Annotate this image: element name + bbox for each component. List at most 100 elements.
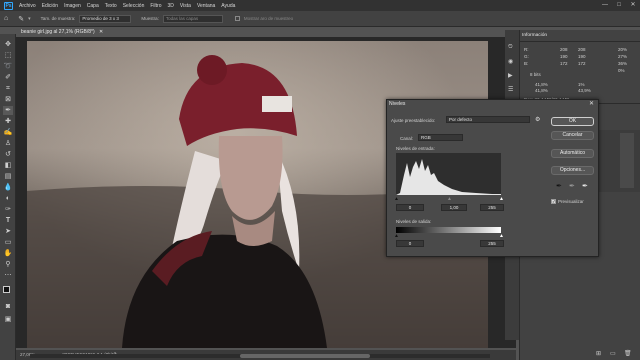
output-white-field[interactable]: 255 — [480, 240, 504, 247]
menu-archivo[interactable]: Archivo — [19, 3, 36, 9]
show-ring-checkbox[interactable] — [234, 16, 240, 21]
info-x: 41,8% — [535, 82, 548, 87]
menu-ayuda[interactable]: Ayuda — [221, 3, 235, 9]
menu-edicion[interactable]: Edición — [42, 3, 58, 9]
rectangle-icon[interactable]: ▭ — [3, 238, 13, 247]
menu-filtro[interactable]: Filtro — [150, 3, 161, 9]
preset-select[interactable]: Por defecto — [446, 116, 530, 123]
info-panel-tab[interactable]: Información — [522, 33, 547, 38]
eyedropper-options-icon[interactable]: ✎ — [18, 15, 24, 23]
menu-ventana[interactable]: Ventana — [197, 3, 215, 9]
sample-label: Muestra: — [141, 16, 159, 21]
info-g-label: G: — [524, 54, 529, 59]
eyedropper-icon[interactable]: ✒ — [3, 106, 13, 115]
play-actions-icon[interactable]: ▶ — [508, 72, 513, 79]
info-h: 43,9% — [578, 88, 591, 93]
history-brush-icon[interactable]: ↺ — [3, 150, 13, 159]
frame-icon[interactable]: ⊠ — [3, 95, 13, 104]
input-white-field[interactable]: 255 — [480, 204, 504, 211]
path-select-icon[interactable]: ➤ — [3, 227, 13, 236]
dialog-close-icon[interactable]: ✕ — [589, 100, 594, 107]
preview-checkbox[interactable]: ✓ — [551, 199, 556, 204]
input-gamma-slider[interactable]: ▲ — [447, 196, 452, 202]
input-gamma-field[interactable]: 1,00 — [441, 204, 467, 211]
cancel-button[interactable]: Cancelar — [551, 131, 594, 140]
maximize-icon[interactable]: □ — [612, 0, 626, 11]
home-icon[interactable]: ⌂ — [4, 15, 8, 22]
info-b2: 172 — [578, 61, 586, 66]
panel-divider — [519, 41, 640, 42]
trash-icon[interactable]: 🗑 — [624, 350, 632, 357]
input-black-field[interactable]: 0 — [396, 204, 424, 211]
menu-capa[interactable]: Capa — [87, 3, 99, 9]
photoshop-logo-icon[interactable]: Ps — [4, 1, 13, 10]
eraser-icon[interactable]: ◧ — [3, 161, 13, 170]
info-r2: 208 — [578, 47, 586, 52]
color-panel-icon[interactable]: ◉ — [508, 58, 513, 65]
edit-toolbar-icon[interactable]: ⋯ — [3, 271, 13, 280]
new-layer-icon[interactable]: ⊞ — [596, 350, 601, 357]
ok-button[interactable]: OK — [551, 117, 594, 126]
tool-preset-chevron-icon[interactable]: ▾ — [28, 16, 31, 22]
quick-mask-icon[interactable]: ◙ — [3, 302, 13, 311]
output-black-field[interactable]: 0 — [396, 240, 424, 247]
info-y-pos: 41,8% — [535, 88, 548, 93]
black-eyedropper-icon[interactable]: ✒ — [556, 182, 562, 190]
screen-mode-icon[interactable]: ▣ — [3, 315, 13, 324]
menu-texto[interactable]: Texto — [105, 3, 117, 9]
options-bar: ⌂ ✎ ▾ Tam. de muestra: Promedio de 3 x 3… — [0, 11, 640, 27]
input-black-slider[interactable]: ▲ — [394, 196, 399, 202]
dialog-title: Niveles — [389, 101, 406, 107]
sample-select[interactable]: Todas las capas — [162, 14, 223, 23]
tools-panel: ✥ ⬚ ➰ ✐ ⌗ ⊠ ✒ ✚ ✍ ♙ ↺ ◧ ▤ 💧 ◐ ✑ T ➤ ▭ ✋ … — [0, 34, 16, 360]
brush-icon[interactable]: ✍ — [3, 128, 13, 137]
document-tab-title: beanie girl.jpg al 27,1% (RGB/8*) — [21, 29, 95, 35]
move-icon[interactable]: ✥ — [3, 40, 13, 49]
output-levels-label: Niveles de salida: — [396, 219, 432, 224]
info-r-label: R: — [524, 47, 529, 52]
menu-seleccion[interactable]: Selección — [123, 3, 145, 9]
gradient-icon[interactable]: ▤ — [3, 172, 13, 181]
menu-vista[interactable]: Vista — [180, 3, 191, 9]
blur-icon[interactable]: 💧 — [3, 183, 13, 192]
info-y: 36% — [618, 61, 628, 66]
dodge-icon[interactable]: ◐ — [3, 194, 13, 203]
hand-icon[interactable]: ✋ — [3, 249, 13, 258]
info-b-label: B: — [524, 61, 529, 66]
channel-select[interactable]: RGB — [418, 134, 463, 141]
info-k: 0% — [618, 68, 625, 73]
history-panel-icon[interactable]: ⏲ — [508, 44, 513, 51]
input-white-slider[interactable]: ▲ — [499, 196, 504, 202]
zoom-icon[interactable]: ⚲ — [3, 260, 13, 269]
preset-label: Ajuste preestablecido: — [391, 118, 436, 123]
output-black-slider[interactable]: ▲ — [394, 233, 399, 239]
crop-icon[interactable]: ⌗ — [3, 84, 13, 93]
healing-icon[interactable]: ✚ — [3, 117, 13, 126]
type-icon[interactable]: T — [3, 216, 13, 225]
document-tab[interactable]: beanie girl.jpg al 27,1% (RGB/8*) ✕ — [18, 28, 114, 37]
window-controls: — □ ✕ — [598, 0, 640, 11]
marquee-icon[interactable]: ⬚ — [3, 51, 13, 60]
preset-options-gear-icon[interactable]: ⚙ — [535, 116, 540, 123]
channel-label: Canal: — [400, 136, 414, 141]
output-white-slider[interactable]: ▲ — [499, 233, 504, 239]
menu-3d[interactable]: 3D — [168, 3, 174, 9]
close-icon[interactable]: ✕ — [626, 0, 640, 11]
scrollbar-thumb[interactable] — [240, 354, 370, 358]
quick-select-icon[interactable]: ✐ — [3, 73, 13, 82]
auto-button[interactable]: Automático — [551, 149, 594, 158]
gray-eyedropper-icon[interactable]: ✒ — [569, 182, 575, 190]
stamp-icon[interactable]: ♙ — [3, 139, 13, 148]
folder-icon[interactable]: ▭ — [610, 350, 616, 357]
horizontal-scrollbar[interactable] — [30, 354, 490, 358]
foreground-color-swatch[interactable] — [3, 286, 10, 293]
properties-panel-icon[interactable]: ☰ — [508, 86, 513, 93]
white-eyedropper-icon[interactable]: ✒ — [582, 182, 588, 190]
lasso-icon[interactable]: ➰ — [3, 62, 13, 71]
sample-size-select[interactable]: Promedio de 3 x 3 — [79, 14, 132, 23]
minimize-icon[interactable]: — — [598, 0, 612, 11]
options-button[interactable]: Opciones... — [551, 166, 594, 175]
document-close-icon[interactable]: ✕ — [99, 29, 103, 35]
pen-icon[interactable]: ✑ — [3, 205, 13, 214]
menu-imagen[interactable]: Imagen — [64, 3, 81, 9]
